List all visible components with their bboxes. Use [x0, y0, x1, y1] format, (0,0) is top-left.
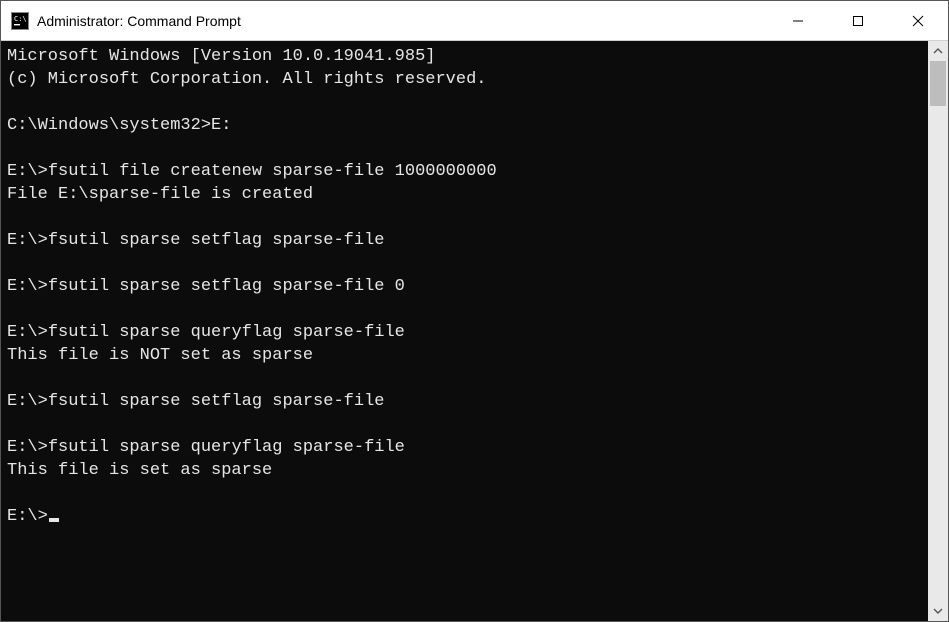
prompt-text: E:\>: [7, 392, 48, 411]
scroll-up-button[interactable]: [928, 41, 948, 61]
command-text: fsutil sparse queryflag sparse-file: [48, 323, 405, 342]
command-prompt-icon: C:\: [11, 12, 29, 30]
scrollbar-track[interactable]: [928, 61, 948, 601]
terminal-line: [7, 137, 922, 160]
terminal-line: E:\>fsutil sparse setflag sparse-file: [7, 229, 922, 252]
terminal-line: C:\Windows\system32>E:: [7, 114, 922, 137]
chevron-down-icon: [933, 606, 943, 616]
command-text: fsutil sparse queryflag sparse-file: [48, 438, 405, 457]
terminal-line: [7, 298, 922, 321]
terminal-line: E:\>fsutil sparse setflag sparse-file 0: [7, 275, 922, 298]
command-text: E:: [211, 116, 231, 135]
terminal-line: This file is NOT set as sparse: [7, 344, 922, 367]
terminal-line: [7, 206, 922, 229]
chevron-up-icon: [933, 46, 943, 56]
window-controls: [768, 1, 948, 40]
terminal-line: [7, 482, 922, 505]
maximize-icon: [852, 15, 864, 27]
scrollbar-thumb[interactable]: [930, 61, 946, 106]
prompt-text: E:\>: [7, 162, 48, 181]
terminal-line: File E:\sparse-file is created: [7, 183, 922, 206]
minimize-icon: [792, 15, 804, 27]
scroll-down-button[interactable]: [928, 601, 948, 621]
close-button[interactable]: [888, 1, 948, 40]
maximize-button[interactable]: [828, 1, 888, 40]
prompt-text: E:\>: [7, 507, 48, 526]
prompt-text: E:\>: [7, 277, 48, 296]
titlebar[interactable]: C:\ Administrator: Command Prompt: [1, 1, 948, 41]
terminal-line: E:\>fsutil sparse queryflag sparse-file: [7, 321, 922, 344]
scrollbar[interactable]: [928, 41, 948, 621]
svg-text:C:\: C:\: [14, 15, 27, 23]
terminal-line: E:\>fsutil sparse queryflag sparse-file: [7, 436, 922, 459]
terminal-line: [7, 367, 922, 390]
command-text: fsutil sparse setflag sparse-file: [48, 231, 385, 250]
terminal-line: This file is set as sparse: [7, 459, 922, 482]
terminal-line: E:\>: [7, 505, 922, 528]
minimize-button[interactable]: [768, 1, 828, 40]
prompt-text: E:\>: [7, 323, 48, 342]
terminal-output[interactable]: Microsoft Windows [Version 10.0.19041.98…: [1, 41, 928, 621]
prompt-text: C:\Windows\system32>: [7, 116, 211, 135]
terminal-line: E:\>fsutil file createnew sparse-file 10…: [7, 160, 922, 183]
window-title: Administrator: Command Prompt: [37, 13, 768, 29]
terminal-area: Microsoft Windows [Version 10.0.19041.98…: [1, 41, 948, 621]
command-text: fsutil file createnew sparse-file 100000…: [48, 162, 497, 181]
prompt-text: E:\>: [7, 231, 48, 250]
terminal-line: [7, 252, 922, 275]
cursor: [49, 518, 59, 522]
terminal-line: [7, 91, 922, 114]
command-text: fsutil sparse setflag sparse-file: [48, 392, 385, 411]
terminal-line: E:\>fsutil sparse setflag sparse-file: [7, 390, 922, 413]
terminal-line: (c) Microsoft Corporation. All rights re…: [7, 68, 922, 91]
terminal-line: Microsoft Windows [Version 10.0.19041.98…: [7, 45, 922, 68]
command-prompt-window: C:\ Administrator: Command Prompt: [0, 0, 949, 622]
prompt-text: E:\>: [7, 438, 48, 457]
command-text: fsutil sparse setflag sparse-file 0: [48, 277, 405, 296]
close-icon: [912, 15, 924, 27]
terminal-line: [7, 413, 922, 436]
